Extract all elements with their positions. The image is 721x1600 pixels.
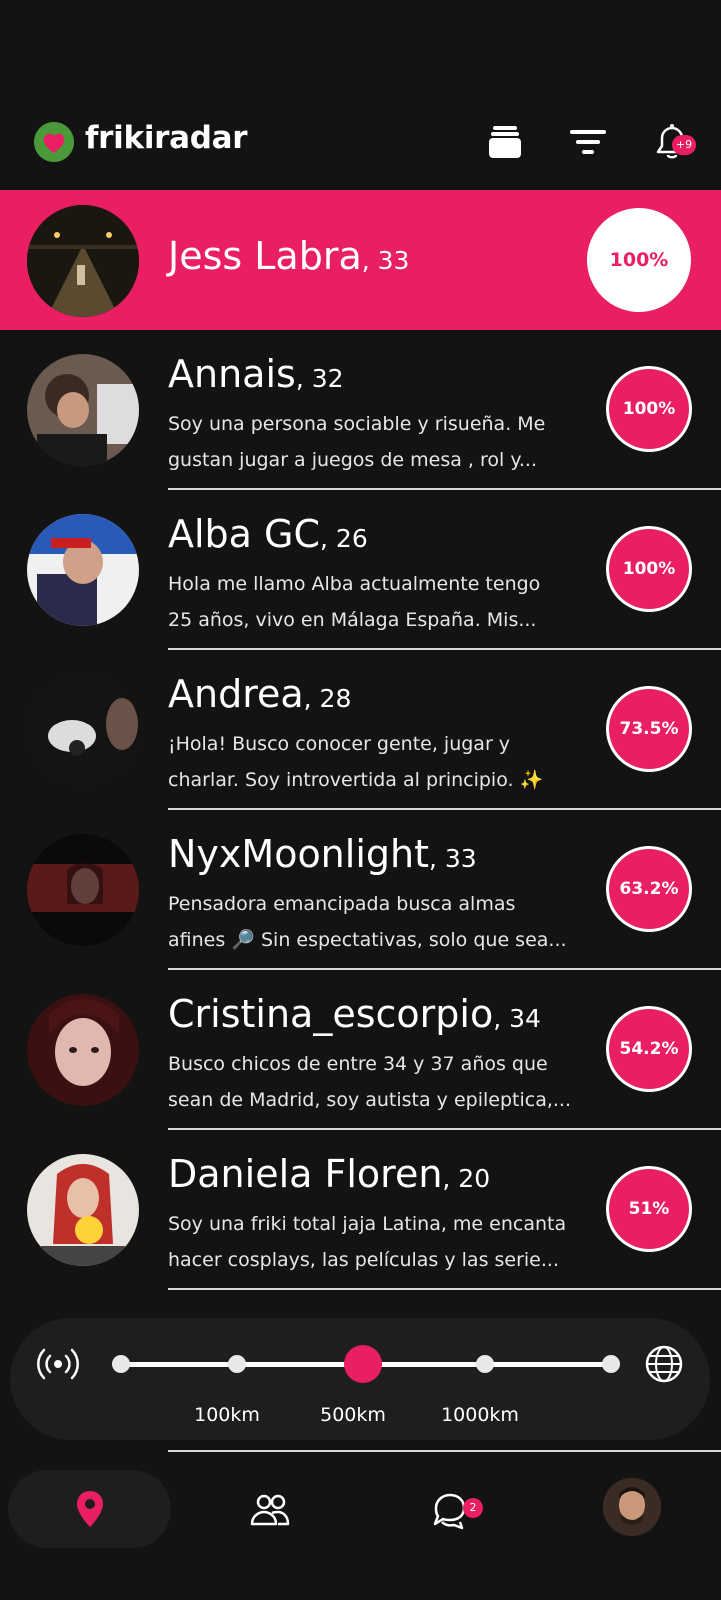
- profile-age: , 20: [442, 1164, 491, 1193]
- match-score-badge: 51%: [606, 1166, 692, 1252]
- chat-badge: 2: [463, 1498, 483, 1518]
- people-icon[interactable]: [248, 1488, 292, 1532]
- location-pin-icon[interactable]: [68, 1487, 112, 1531]
- slider-stop[interactable]: [602, 1355, 620, 1373]
- profile-row[interactable]: Daniela Floren, 20 Soy una friki total j…: [0, 1130, 721, 1290]
- profile-name: Daniela Floren, 20: [168, 1152, 490, 1196]
- slider-stop[interactable]: [228, 1355, 246, 1373]
- profile-row[interactable]: Cristina_escorpio, 34 Busco chicos de en…: [0, 970, 721, 1130]
- avatar: [27, 994, 139, 1106]
- cards-icon[interactable]: [483, 120, 527, 164]
- distance-slider-panel: 100km 500km 1000km: [10, 1318, 710, 1440]
- profile-bio: Soy una persona sociable y risueña. Me g…: [168, 406, 588, 478]
- profile-bio: ¡Hola! Busco conocer gente, jugar y char…: [168, 726, 588, 798]
- bio-line: charlar. Soy introvertida al principio. …: [168, 769, 544, 791]
- profile-name-text: Andrea: [168, 672, 304, 716]
- distance-label: 500km: [320, 1404, 386, 1426]
- profile-age: , 28: [303, 684, 352, 713]
- filter-icon[interactable]: [566, 120, 610, 164]
- bio-line: 25 años, vivo en Málaga España. Mis...: [168, 609, 537, 631]
- profile-row[interactable]: NyxMoonlight, 33 Pensadora emancipada bu…: [0, 810, 721, 970]
- profile-list: Annais, 32 Soy una persona sociable y ri…: [0, 330, 721, 1290]
- profile-row[interactable]: Annais, 32 Soy una persona sociable y ri…: [0, 330, 721, 490]
- profile-name-text: NyxMoonlight: [168, 832, 429, 876]
- globe-icon[interactable]: [640, 1340, 688, 1388]
- avatar: [27, 205, 139, 317]
- match-score-badge: 100%: [606, 366, 692, 452]
- notifications-badge: +9: [672, 135, 696, 155]
- avatar: [27, 674, 139, 786]
- profile-age: , 34: [493, 1004, 541, 1033]
- profile-name-text: Cristina_escorpio: [168, 992, 494, 1036]
- nav-profile-avatar[interactable]: [603, 1478, 661, 1536]
- profile-name: Annais, 32: [168, 352, 344, 396]
- match-score-badge: 100%: [606, 526, 692, 612]
- match-score-badge: 63.2%: [606, 846, 692, 932]
- avatar: [27, 1154, 139, 1266]
- app-brand: frikiradar: [85, 120, 248, 156]
- distance-label: 100km: [194, 1404, 260, 1426]
- profile-age: , 33: [429, 844, 477, 873]
- profile-bio: Busco chicos de entre 34 y 37 años que s…: [168, 1046, 588, 1118]
- radar-icon[interactable]: [34, 1340, 82, 1388]
- row-divider: [168, 1288, 721, 1290]
- bio-line: hacer cosplays, las películas y las seri…: [168, 1249, 559, 1271]
- profile-bio: Soy una friki total jaja Latina, me enca…: [168, 1206, 588, 1278]
- app-root: frikiradar +9 Jess Labra, 33 100% Annais…: [0, 0, 721, 1600]
- match-score-badge: 100%: [587, 208, 691, 312]
- distance-label: 1000km: [441, 1404, 519, 1426]
- bio-line: Hola me llamo Alba actualmente tengo: [168, 573, 541, 595]
- profile-name-text: Jess Labra: [168, 234, 362, 278]
- profile-row[interactable]: Alba GC, 26 Hola me llamo Alba actualmen…: [0, 490, 721, 650]
- app-header: frikiradar: [0, 110, 721, 180]
- profile-name-text: Annais: [168, 352, 296, 396]
- profile-row[interactable]: Andrea, 28 ¡Hola! Busco conocer gente, j…: [0, 650, 721, 810]
- profile-name: Andrea, 28: [168, 672, 351, 716]
- profile-name: NyxMoonlight, 33: [168, 832, 477, 876]
- profile-name: Cristina_escorpio, 34: [168, 992, 541, 1036]
- profile-age: , 26: [320, 524, 368, 553]
- profile-name-text: Alba GC: [168, 512, 321, 556]
- highlighted-profile-row[interactable]: Jess Labra, 33 100%: [0, 190, 721, 330]
- bio-line: Soy una persona sociable y risueña. Me: [168, 413, 546, 435]
- bio-line: gustan jugar a juegos de mesa , rol y...: [168, 449, 538, 471]
- profile-bio: Hola me llamo Alba actualmente tengo 25 …: [168, 566, 588, 638]
- avatar: [27, 834, 139, 946]
- bio-line: ¡Hola! Busco conocer gente, jugar y: [168, 733, 511, 755]
- slider-stop[interactable]: [112, 1355, 130, 1373]
- profile-bio: Pensadora emancipada busca almas afines …: [168, 886, 588, 958]
- profile-age: , 33: [361, 246, 410, 275]
- profile-name: Jess Labra, 33: [168, 234, 409, 278]
- bio-line: Pensadora emancipada busca almas: [168, 893, 516, 915]
- avatar: [27, 514, 139, 626]
- bio-line: Soy una friki total jaja Latina, me enca…: [168, 1213, 567, 1235]
- match-score-badge: 73.5%: [606, 686, 692, 772]
- bio-line: afines 🔎 Sin espectativas, solo que sea.…: [168, 929, 567, 951]
- distance-slider-thumb[interactable]: [344, 1345, 382, 1383]
- profile-age: , 32: [295, 364, 344, 393]
- heart-logo-icon: [34, 122, 74, 162]
- row-divider: [168, 1450, 721, 1452]
- bio-line: Busco chicos de entre 34 y 37 años que: [168, 1053, 548, 1075]
- profile-name-text: Daniela Floren: [168, 1152, 443, 1196]
- avatar: [27, 354, 139, 466]
- bio-line: sean de Madrid, soy autista y epileptica…: [168, 1089, 571, 1111]
- profile-name: Alba GC, 26: [168, 512, 368, 556]
- slider-stop[interactable]: [476, 1355, 494, 1373]
- match-score-badge: 54.2%: [606, 1006, 692, 1092]
